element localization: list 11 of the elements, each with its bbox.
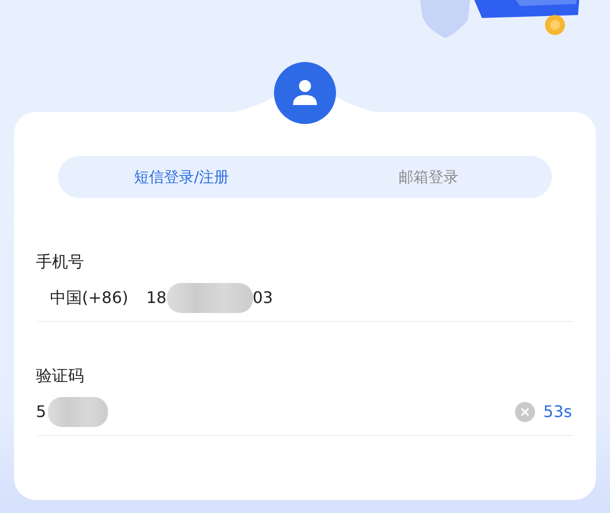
phone-field[interactable]: 中国(+86) 18 03 bbox=[36, 274, 574, 322]
countdown-timer: 53s bbox=[543, 400, 572, 422]
field-label: 手机号 bbox=[36, 251, 85, 273]
code-value: 5 bbox=[36, 400, 46, 422]
field-label: 验证码 bbox=[36, 365, 85, 387]
tab[interactable]: 短信登录/注册 bbox=[58, 156, 305, 198]
phone-number: 18 bbox=[146, 286, 167, 308]
phone-number: 03 bbox=[252, 286, 273, 308]
code-field[interactable]: 5 53s bbox=[36, 388, 574, 436]
country-code: 中国(+86) bbox=[50, 286, 128, 308]
clear-icon[interactable] bbox=[515, 402, 536, 422]
